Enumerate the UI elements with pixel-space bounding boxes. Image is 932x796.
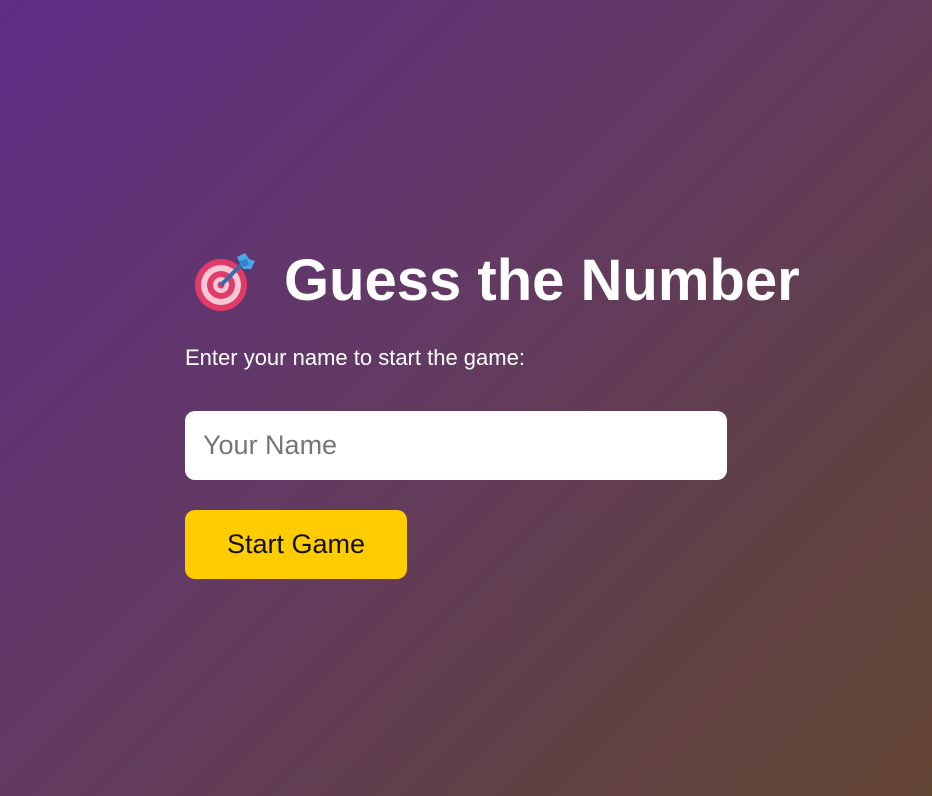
start-game-button[interactable]: Start Game <box>185 510 407 579</box>
start-screen: Guess the Number Enter your name to star… <box>185 246 845 579</box>
page-title: Guess the Number <box>284 248 800 313</box>
name-prompt: Enter your name to start the game: <box>185 345 525 370</box>
direct-hit-icon <box>193 249 257 313</box>
header: Guess the Number <box>193 246 845 316</box>
name-input[interactable] <box>185 411 727 480</box>
